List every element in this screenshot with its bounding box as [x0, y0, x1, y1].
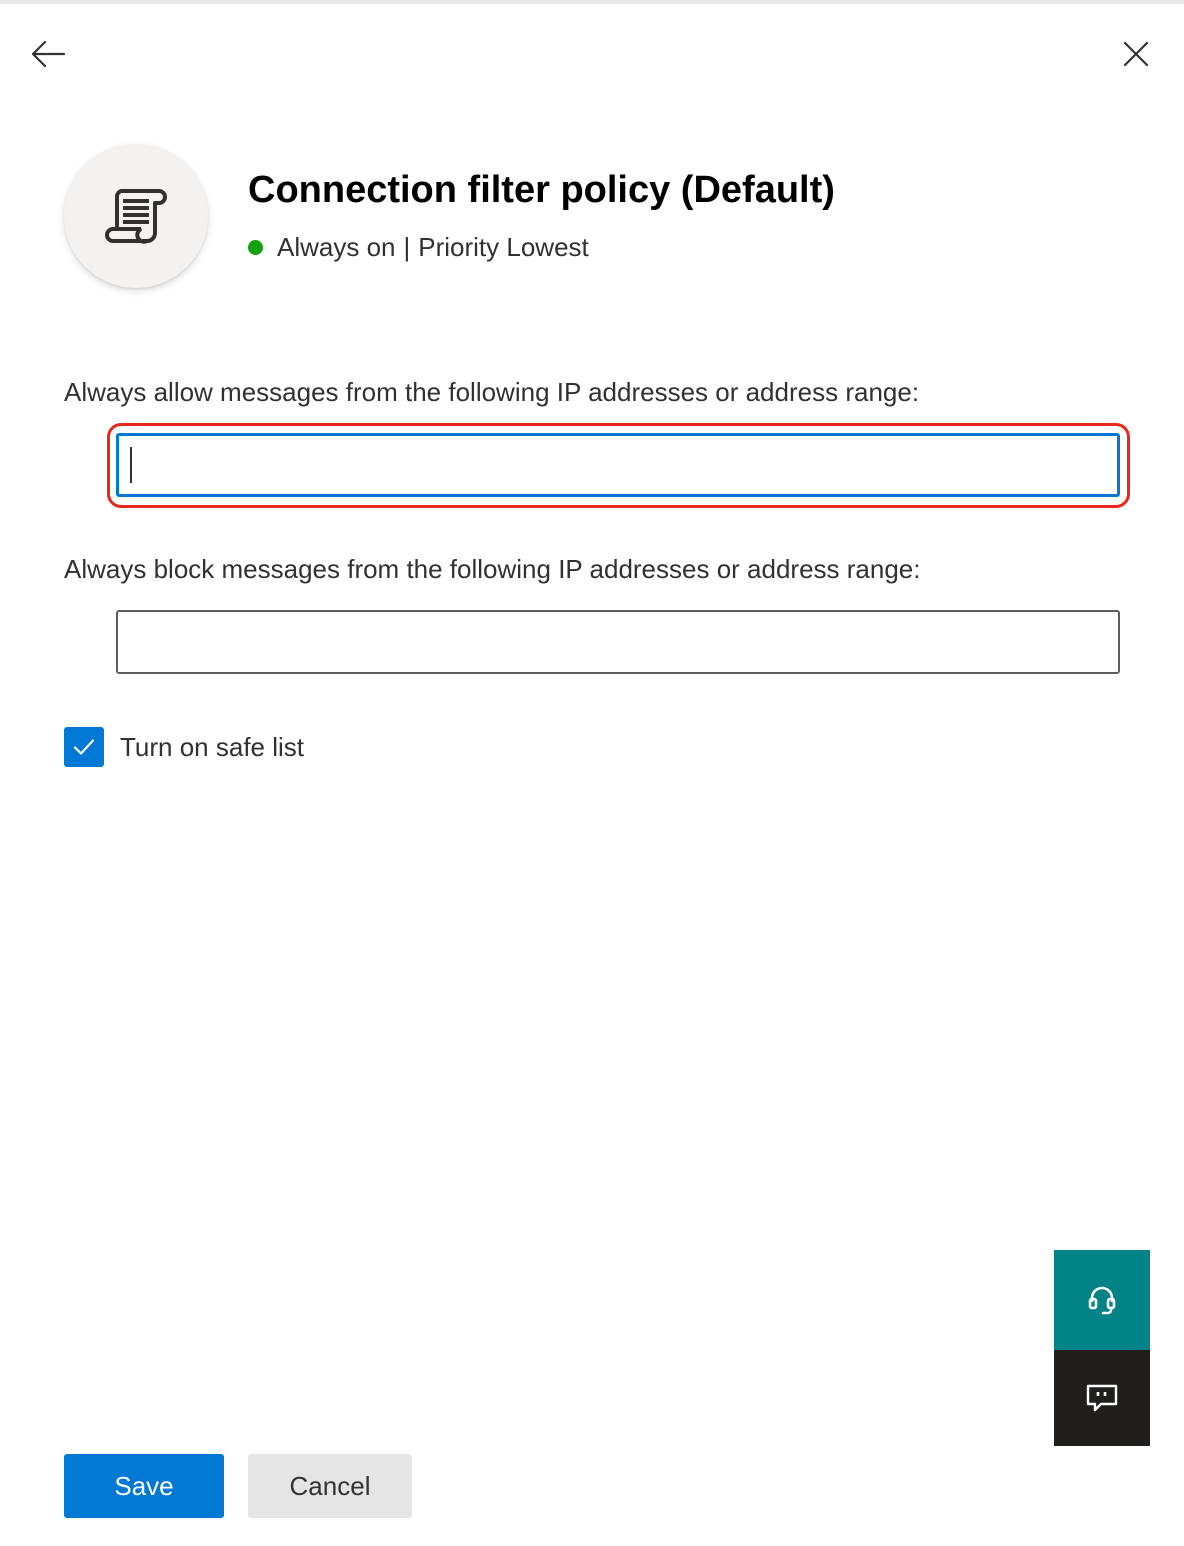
status-text: Always on — [277, 231, 396, 262]
support-tab-button[interactable] — [1054, 1250, 1150, 1350]
safe-list-checkbox[interactable] — [64, 727, 104, 767]
feedback-tab-button[interactable] — [1054, 1350, 1150, 1446]
back-button[interactable] — [28, 34, 68, 74]
policy-flyout-panel: Connection filter policy (Default) Alway… — [0, 0, 1184, 1546]
feedback-icon — [1086, 1384, 1118, 1412]
policy-avatar — [64, 144, 208, 288]
close-button[interactable] — [1116, 34, 1156, 74]
close-icon — [1123, 41, 1149, 67]
safe-list-checkbox-row[interactable]: Turn on safe list — [64, 727, 304, 767]
page-title: Connection filter policy (Default) — [248, 169, 835, 211]
allow-ip-label: Always allow messages from the following… — [64, 377, 920, 407]
checkmark-icon — [73, 739, 95, 755]
text-caret — [130, 447, 132, 483]
save-button[interactable]: Save — [64, 1454, 224, 1518]
block-ip-input[interactable] — [116, 610, 1120, 674]
back-arrow-icon — [31, 40, 66, 68]
policy-status: Always on | Priority Lowest — [248, 228, 589, 266]
safe-list-label: Turn on safe list — [120, 731, 305, 762]
policy-scroll-icon — [105, 189, 167, 244]
headset-icon — [1088, 1286, 1116, 1315]
allow-ip-input[interactable] — [116, 433, 1120, 497]
status-indicator — [248, 239, 263, 255]
block-ip-label: Always block messages from the following… — [64, 554, 921, 584]
status-separator: | — [403, 231, 411, 262]
cancel-button[interactable]: Cancel — [248, 1454, 412, 1518]
priority-text: Priority Lowest — [418, 231, 589, 262]
